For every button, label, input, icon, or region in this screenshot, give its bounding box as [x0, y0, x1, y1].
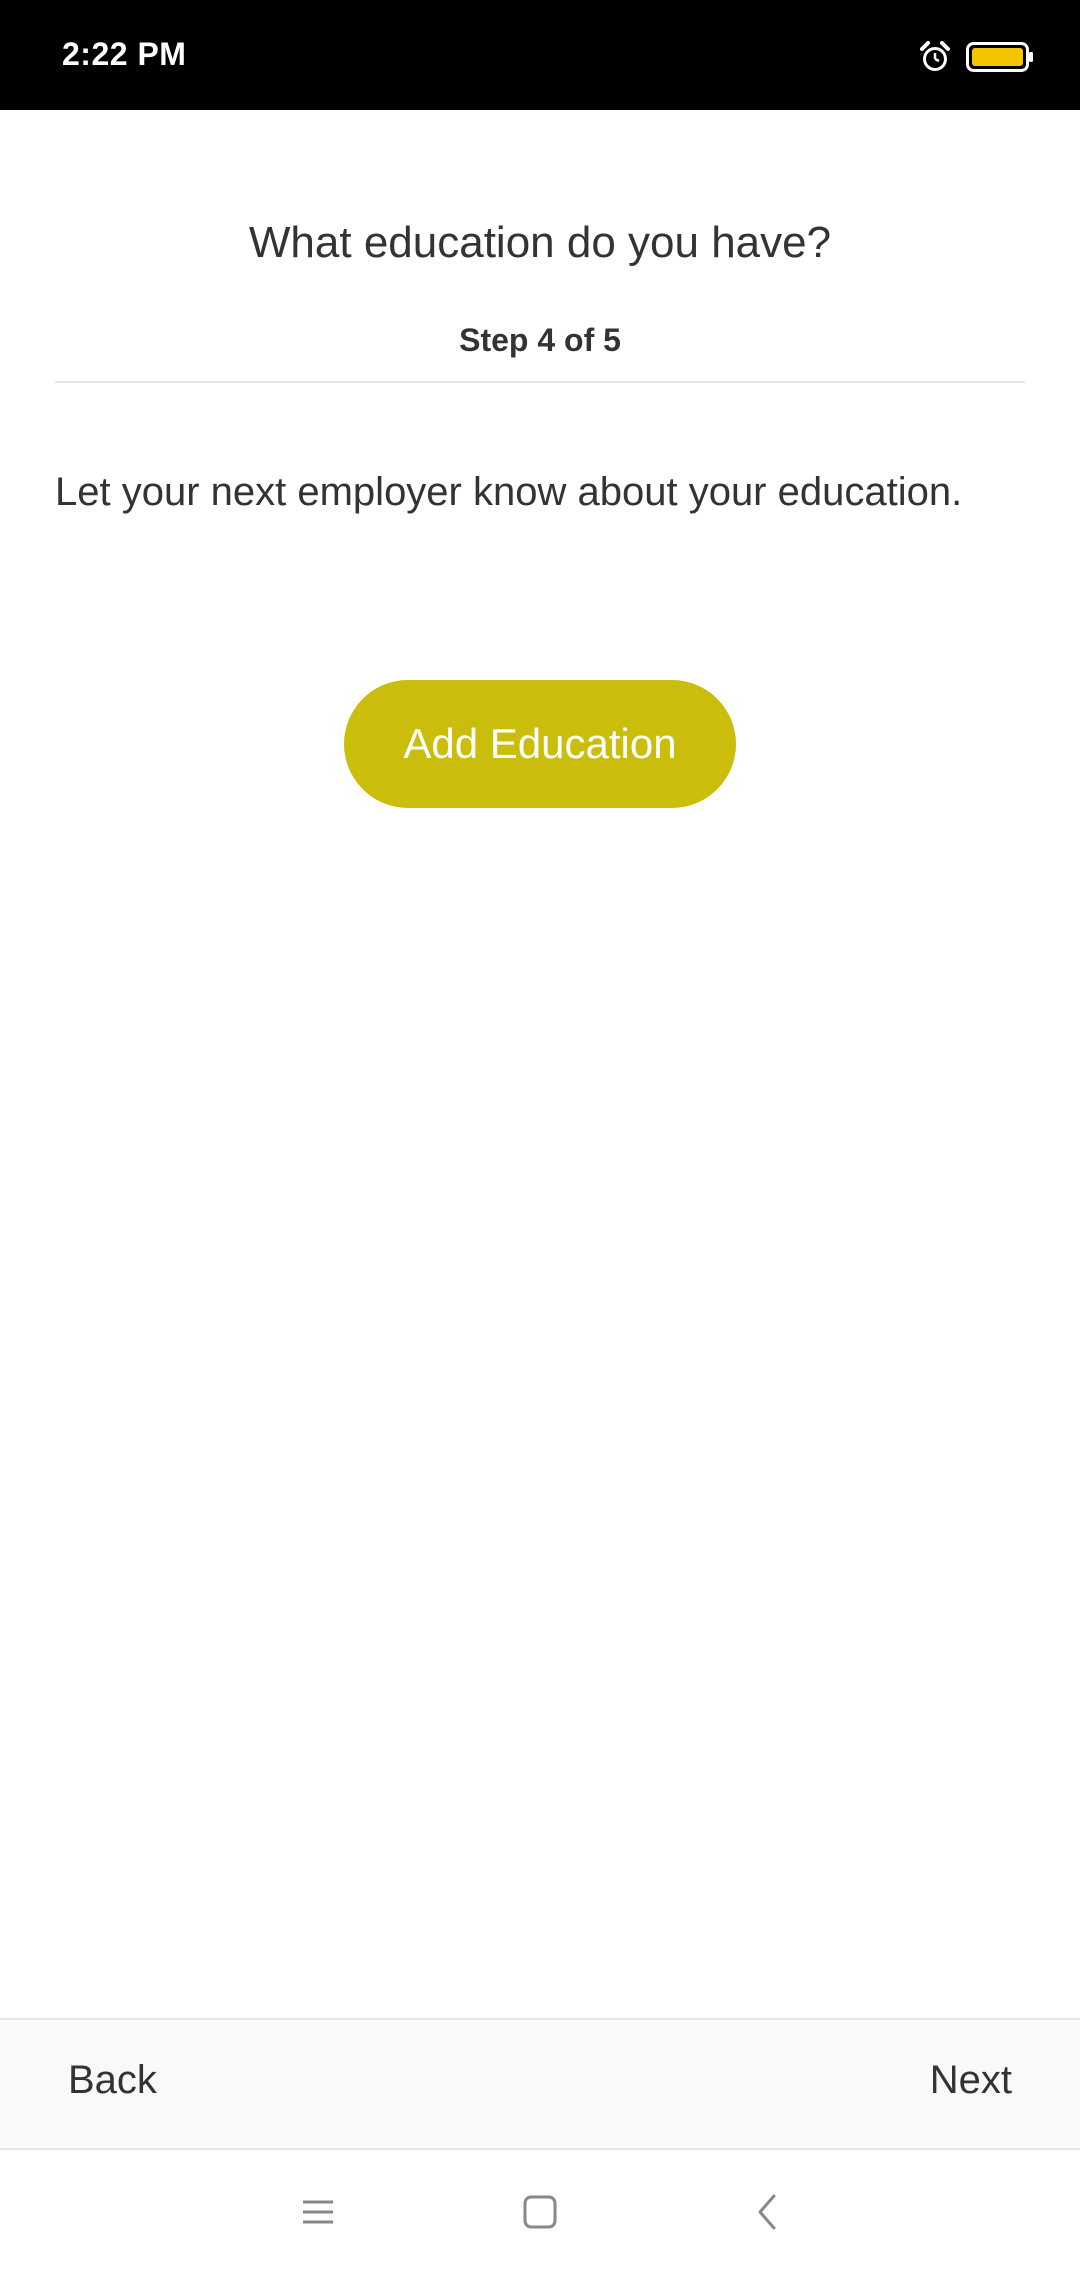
step-indicator: Step 4 of 5: [459, 322, 621, 358]
screen: 2:22 PM What education do you have? Step…: [0, 0, 1080, 2280]
bottom-action-bar: Back Next: [0, 2018, 1080, 2150]
description-text: Let your next employer know about your e…: [55, 470, 963, 514]
back-button[interactable]: Back: [68, 2058, 157, 2103]
add-education-button[interactable]: Add Education: [344, 680, 736, 808]
menu-icon[interactable]: [288, 2182, 348, 2242]
header-divider: [55, 381, 1025, 383]
system-nav-bar: [0, 2150, 1080, 2280]
status-time: 2:22 PM: [62, 36, 187, 72]
status-bar: 2:22 PM: [0, 0, 1080, 110]
home-icon[interactable]: [510, 2182, 570, 2242]
page-title: What education do you have?: [248, 218, 832, 267]
battery-icon: [966, 42, 1033, 72]
back-icon[interactable]: [738, 2182, 798, 2242]
next-button[interactable]: Next: [930, 2058, 1012, 2103]
alarm-icon: [920, 41, 950, 71]
